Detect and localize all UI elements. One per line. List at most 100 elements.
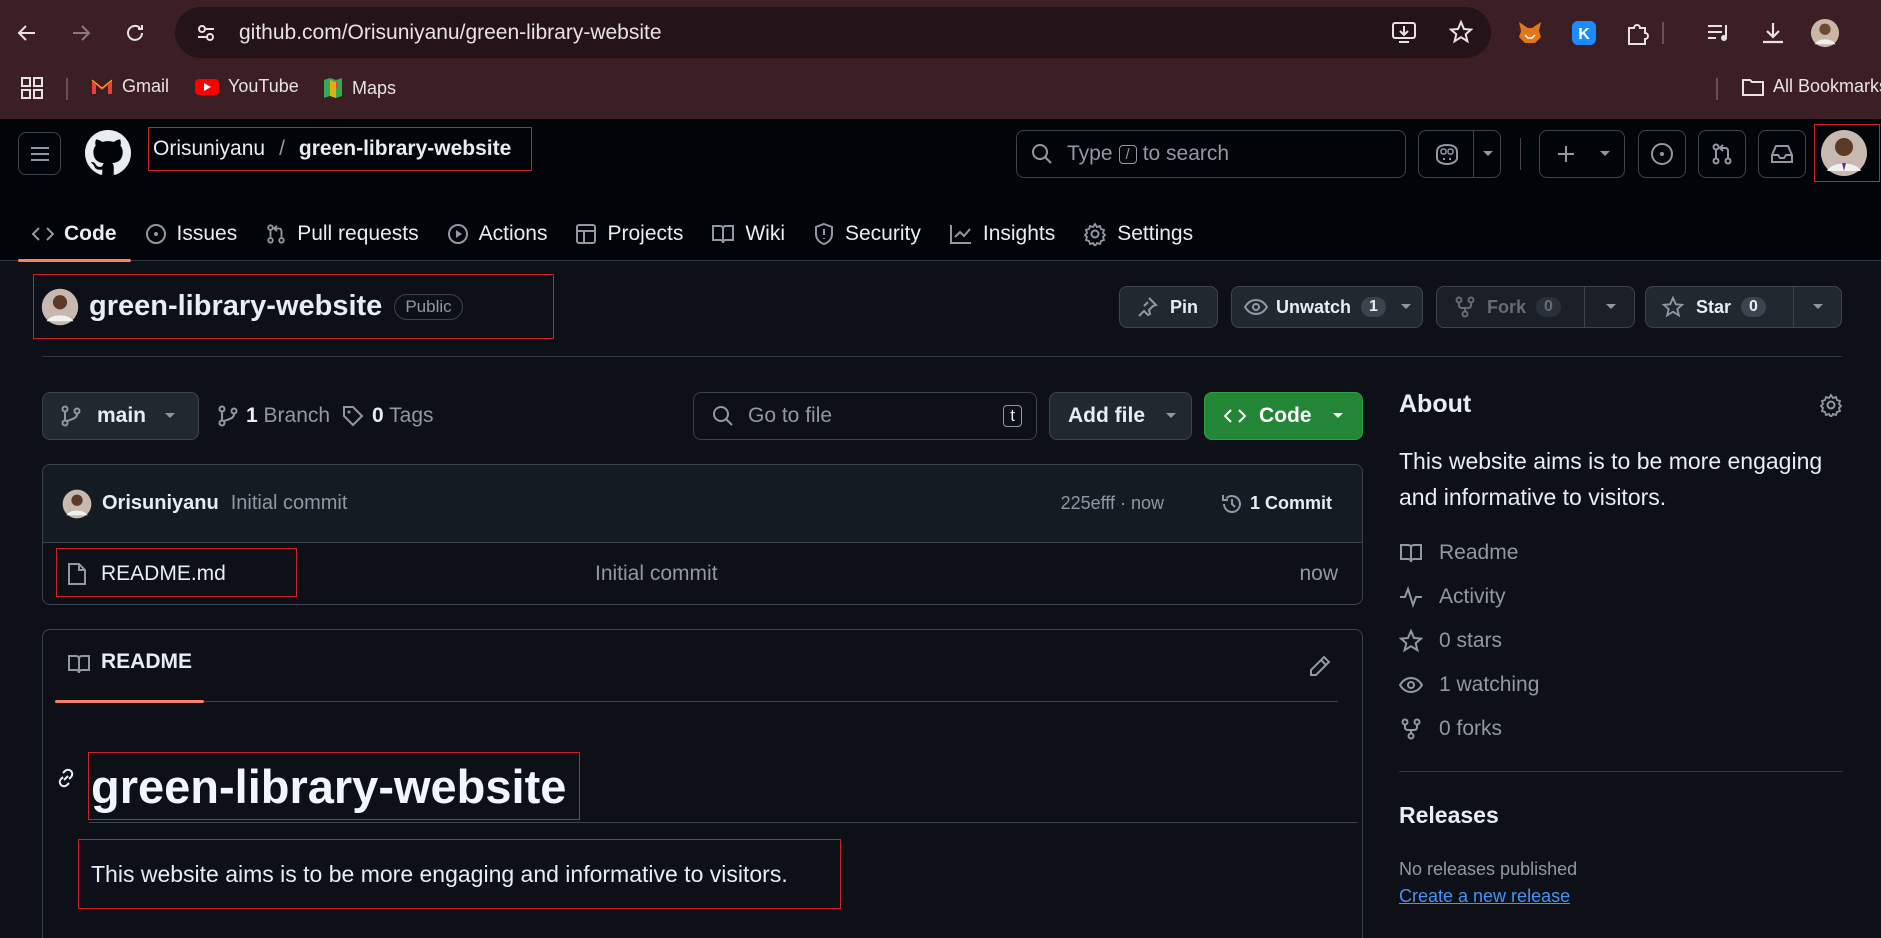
edit-readme-button[interactable] [1308,654,1332,678]
toolbar-divider [1662,18,1664,48]
fork-button[interactable]: Fork 0 [1436,286,1635,328]
about-item-label: 0 stars [1439,629,1503,652]
tab-label: Settings [1117,221,1194,245]
unwatch-button[interactable]: Unwatch 1 [1231,286,1423,328]
global-search-input[interactable]: Type / to search [1016,130,1406,178]
add-file-button[interactable]: Add file [1049,392,1192,440]
search-icon [713,406,733,426]
url-text[interactable]: github.com/Orisuniyanu/green-library-web… [239,21,662,45]
tab-wiki[interactable]: Wiki [697,206,799,261]
pull-requests-button[interactable] [1698,130,1746,178]
profile-avatar-icon[interactable] [1810,18,1840,48]
go-to-file-input[interactable]: Go to file t [693,392,1037,440]
media-queue-icon[interactable] [1704,18,1734,48]
tab-label: Insights [982,221,1056,245]
eye-icon [1399,676,1423,694]
breadcrumb-repo-link[interactable]: green-library-website [299,137,511,161]
chevron-down-icon [1600,151,1610,156]
breadcrumb-separator: / [279,137,285,160]
tab-insights[interactable]: Insights [935,206,1069,261]
chevron-down-icon [1606,304,1616,309]
create-new-button[interactable] [1539,130,1625,178]
plus-icon [1558,146,1574,162]
tab-code[interactable]: Code [18,206,131,262]
reload-icon[interactable] [123,21,147,45]
k-extension-icon[interactable]: K [1569,18,1599,48]
branches-link[interactable]: 1 Branch [218,404,330,428]
user-avatar-button[interactable] [1814,124,1880,182]
back-icon[interactable] [15,21,39,45]
bookmark-star-icon[interactable] [1449,20,1473,44]
readme-heading: green-library-website [91,759,567,813]
book-icon [712,224,735,243]
star-icon [1662,296,1684,318]
tags-link[interactable]: 0 Tags [342,404,434,428]
chevron-down-icon [1400,304,1411,309]
folder-icon [1742,78,1764,96]
watching-link[interactable]: 1 watching [1399,663,1843,707]
code-download-button[interactable]: Code [1204,392,1363,440]
commits-history-link[interactable]: 1 Commit [1220,492,1332,516]
downloads-icon[interactable] [1758,18,1788,48]
tags-label: Tags [389,404,434,427]
pin-icon [1138,297,1158,317]
inbox-icon [1771,145,1793,163]
install-app-icon[interactable] [1391,20,1417,44]
file-commit-message[interactable]: Initial commit [595,562,718,586]
readme-link[interactable]: Readme [1399,531,1843,575]
about-item-label: 0 forks [1439,717,1503,740]
site-info-icon[interactable] [187,14,225,52]
tab-security[interactable]: Security [799,206,935,261]
address-bar[interactable]: github.com/Orisuniyanu/green-library-web… [175,7,1491,58]
repo-nav-tabs: Code Issues Pull requests Actions Projec… [18,206,1207,262]
anchor-link-icon[interactable] [55,767,77,789]
bookmark-youtube[interactable]: YouTube [194,76,299,97]
releases-title[interactable]: Releases [1399,802,1843,829]
about-settings-icon[interactable] [1819,392,1843,417]
tab-actions[interactable]: Actions [433,206,562,261]
commit-hash-time[interactable]: 225efff · now [1061,493,1164,514]
all-bookmarks-folder[interactable]: All Bookmarks [1741,76,1881,97]
extensions-puzzle-icon[interactable] [1623,18,1653,48]
copilot-button[interactable] [1418,130,1501,178]
tab-label: Issues [176,221,238,245]
tab-projects[interactable]: Projects [561,206,697,261]
table-icon [576,223,597,244]
tab-issues[interactable]: Issues [131,206,252,261]
git-branch-icon [61,405,81,427]
chevron-down-icon [1332,413,1343,418]
add-file-label: Add file [1068,404,1145,427]
repo-name[interactable]: green-library-website [89,290,382,323]
repo-forked-icon [1455,296,1475,318]
book-icon [68,655,90,674]
about-item-label: Readme [1439,541,1519,564]
tab-pull-requests[interactable]: Pull requests [251,206,432,261]
menu-button[interactable] [18,132,61,175]
forward-icon[interactable] [69,21,93,45]
bookmark-maps[interactable]: Maps [322,76,396,100]
forks-link[interactable]: 0 forks [1399,707,1843,751]
issues-button[interactable] [1638,130,1686,178]
commit-author-avatar[interactable] [62,489,92,519]
activity-link[interactable]: Activity [1399,575,1843,619]
readme-tab[interactable]: README [55,650,205,703]
commit-message[interactable]: Initial commit [231,492,348,515]
create-release-link[interactable]: Create a new release [1399,886,1843,907]
github-logo-icon[interactable] [85,130,131,176]
bookmark-gmail[interactable]: Gmail [90,76,169,97]
star-button[interactable]: Star 0 [1645,286,1842,328]
pin-button[interactable]: Pin [1119,286,1218,328]
no-releases-text: No releases published [1399,859,1578,879]
inbox-button[interactable] [1758,130,1806,178]
search-hint-rest: to search [1142,142,1230,165]
commit-author[interactable]: Orisuniyanu [102,492,219,515]
breadcrumb-owner-link[interactable]: Orisuniyanu [153,137,265,161]
readme-tab-bar [55,630,1338,702]
tab-settings[interactable]: Settings [1069,206,1207,261]
go-to-file-shortcut: t [1003,405,1022,427]
apps-grid-icon[interactable] [20,76,44,100]
metamask-icon[interactable] [1515,18,1545,48]
tab-label: Security [845,221,921,245]
branch-select-button[interactable]: main [42,392,199,440]
stars-link[interactable]: 0 stars [1399,619,1843,663]
